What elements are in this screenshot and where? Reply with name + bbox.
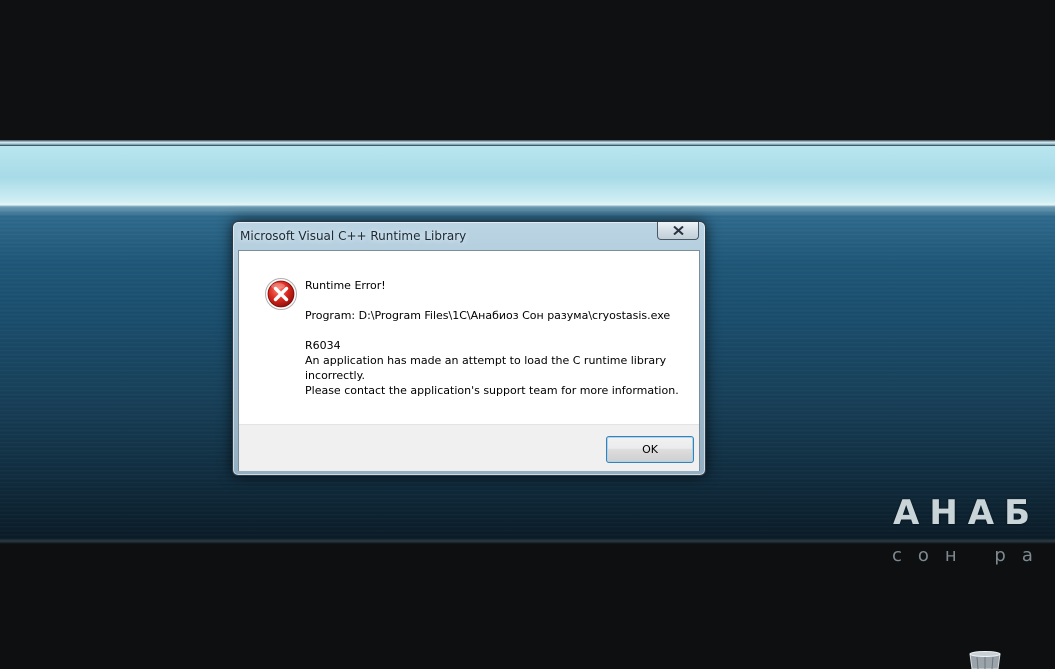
message-line-2: incorrectly. [305,369,366,382]
message-line-3: Please contact the application's support… [305,384,679,397]
letterbox-top [0,0,1055,140]
error-message: Runtime Error! Program: D:\Program Files… [305,278,685,398]
dialog-body: Runtime Error! Program: D:\Program Files… [238,250,700,471]
recycle-bin-icon[interactable] [967,651,1003,669]
dialog-button-bar: OK [239,424,699,471]
message-area: Runtime Error! Program: D:\Program Files… [239,251,699,424]
wallpaper-logo: АНАБ [893,493,1040,533]
dialog-titlebar[interactable]: Microsoft Visual C++ Runtime Library [233,222,705,250]
message-error-code: R6034 [305,339,341,352]
close-button[interactable] [657,222,699,240]
close-x-icon [673,226,684,235]
ok-button[interactable]: OK [606,436,694,463]
desktop: АНАБ сон ра Microsoft Visual C++ Runtime… [0,0,1055,669]
message-line-1: An application has made an attempt to lo… [305,354,667,367]
error-icon [265,278,297,310]
dialog-title: Microsoft Visual C++ Runtime Library [240,229,467,243]
wallpaper-logo-subtitle: сон ра [892,545,1049,566]
error-dialog: Microsoft Visual C++ Runtime Library Run… [232,221,706,476]
message-heading: Runtime Error! [305,279,386,292]
message-program-path: Program: D:\Program Files\1C\Анабиоз Сон… [305,309,671,322]
